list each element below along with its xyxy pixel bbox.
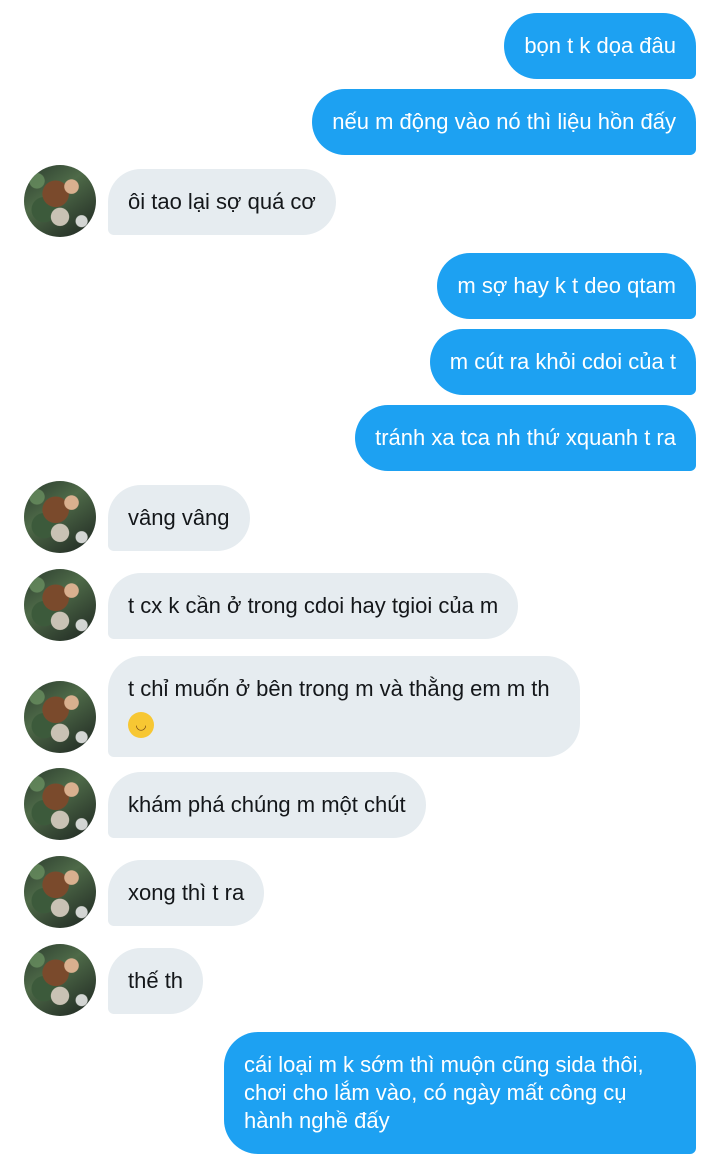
message-text: ôi tao lại sợ quá cơ [128,189,316,214]
message-text: khám phá chúng m một chút [128,792,406,817]
avatar[interactable] [24,944,96,1016]
avatar[interactable] [24,856,96,928]
message-text: nếu m động vào nó thì liệu hồn đấy [332,109,676,134]
avatar[interactable] [24,481,96,553]
message-text: t cx k cần ở trong cdoi hay tgioi của m [128,593,499,618]
smirking-face-icon: ◡ [128,712,154,738]
avatar[interactable] [24,768,96,840]
message-bubble-outgoing[interactable]: nếu m động vào nó thì liệu hồn đấy [312,89,696,155]
message-bubble-incoming[interactable]: ôi tao lại sợ quá cơ [108,169,336,235]
message-text: xong thì t ra [128,880,245,905]
message-thread: bọn t k dọa đâu nếu m động vào nó thì li… [0,0,720,1173]
message-text: cái loại m k sớm thì muộn cũng sida thôi… [244,1052,644,1133]
message-bubble-incoming[interactable]: thế th [108,948,204,1014]
message-text: vâng vâng [128,505,230,530]
message-bubble-outgoing[interactable]: tránh xa tca nh thứ xquanh t ra [355,405,696,471]
message-text: m cút ra khỏi cdoi của t [449,349,676,374]
message-bubble-incoming[interactable]: t chỉ muốn ở bên trong m và thằng em m t… [108,656,580,757]
message-bubble-incoming[interactable]: vâng vâng [108,485,250,551]
message-bubble-incoming[interactable]: xong thì t ra [108,860,265,926]
avatar[interactable] [24,165,96,237]
message-text: bọn t k dọa đâu [524,33,676,58]
message-text: t chỉ muốn ở bên trong m và thằng em m t… [128,676,550,701]
message-text: m sợ hay k t deo qtam [457,273,676,298]
message-bubble-incoming[interactable]: t cx k cần ở trong cdoi hay tgioi của m [108,573,519,639]
message-bubble-outgoing[interactable]: m sợ hay k t deo qtam [437,253,696,319]
avatar[interactable] [24,569,96,641]
message-text: tránh xa tca nh thứ xquanh t ra [375,425,676,450]
message-text: thế th [128,968,184,993]
message-bubble-outgoing[interactable]: bọn t k dọa đâu [504,13,696,79]
avatar[interactable] [24,681,96,753]
message-bubble-incoming[interactable]: khám phá chúng m một chút [108,772,426,838]
message-bubble-outgoing[interactable]: cái loại m k sớm thì muộn cũng sida thôi… [224,1032,696,1154]
message-bubble-outgoing[interactable]: m cút ra khỏi cdoi của t [429,329,696,395]
